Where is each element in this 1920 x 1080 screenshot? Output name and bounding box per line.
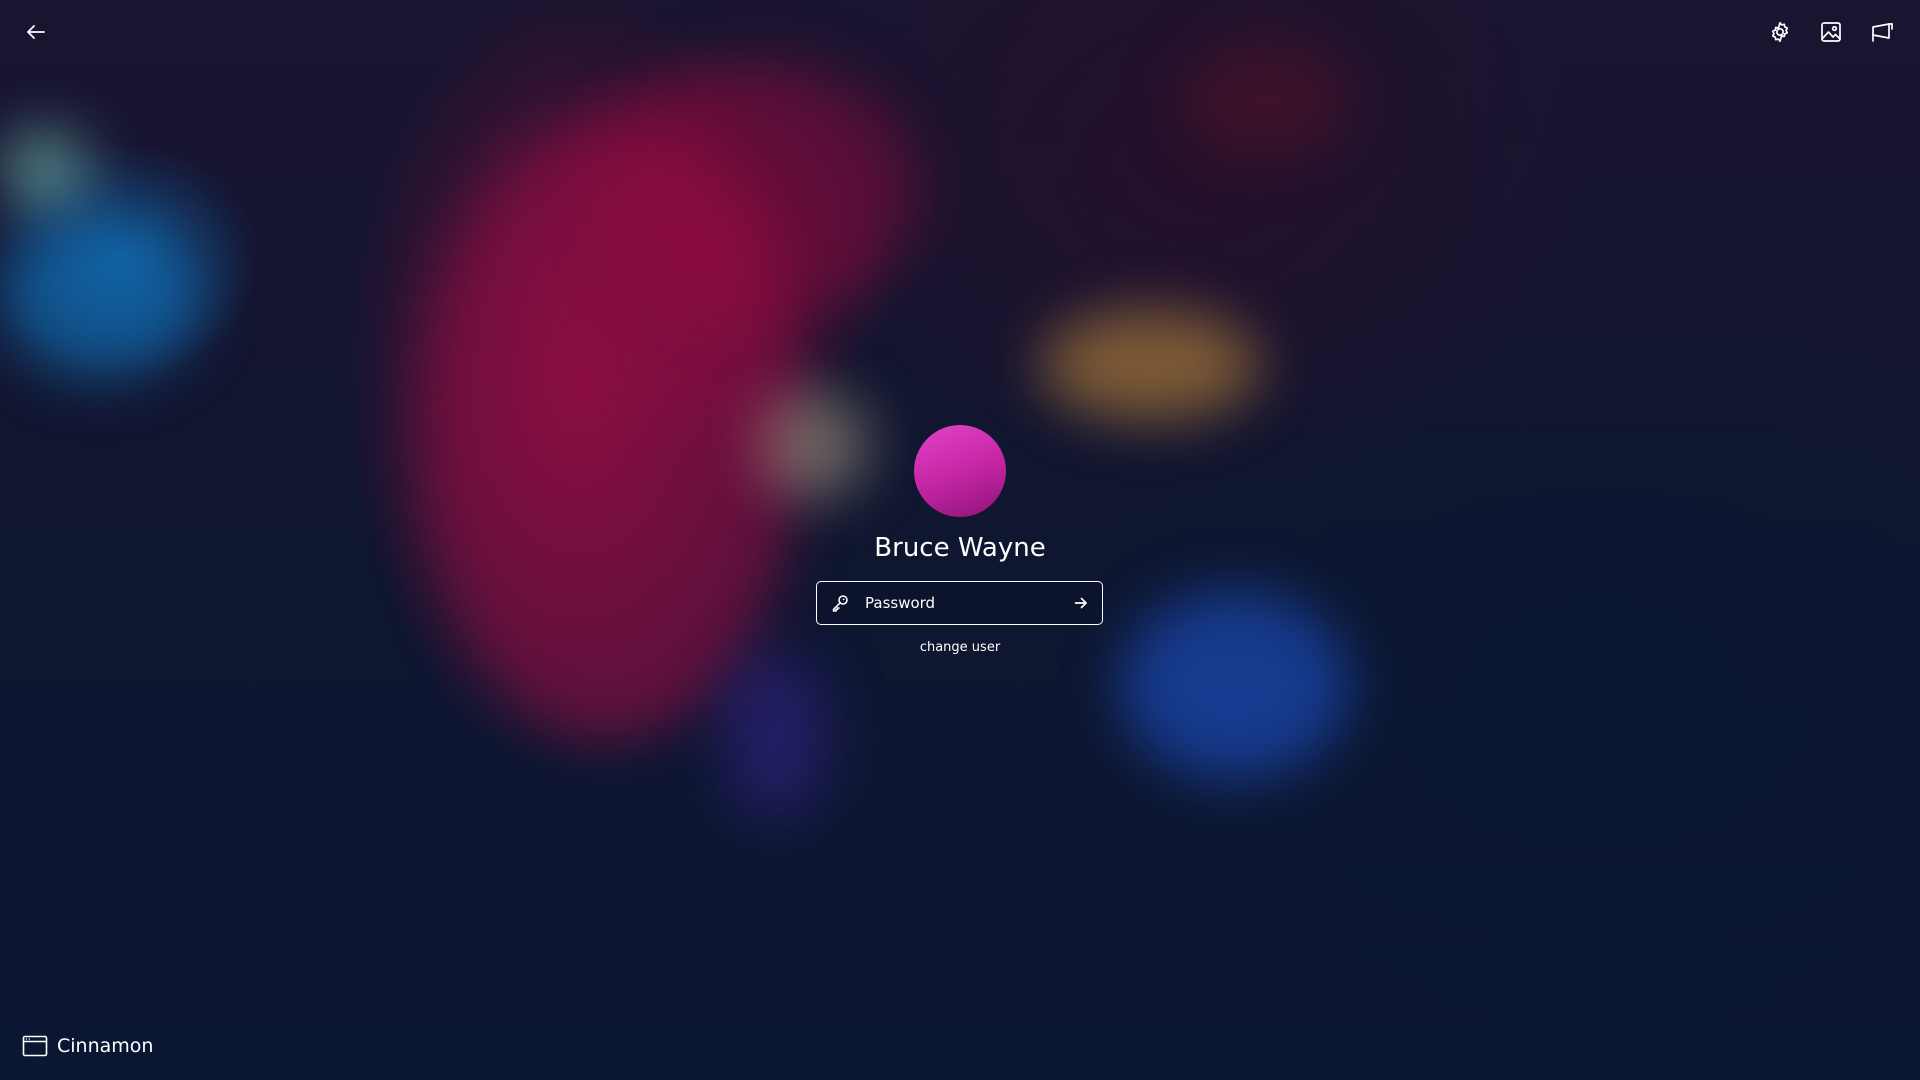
password-input[interactable] xyxy=(865,582,1055,623)
key-icon xyxy=(832,595,848,612)
login-panel: Bruce Wayne change user xyxy=(0,0,1920,1080)
change-user-link[interactable]: change user xyxy=(860,638,1060,658)
arrow-right-icon xyxy=(1074,597,1087,609)
window-icon xyxy=(22,1035,48,1057)
session-label: Cinnamon xyxy=(57,1035,154,1057)
submit-button[interactable] xyxy=(1070,592,1092,614)
login-screen: Bruce Wayne change user Cinnamon xyxy=(0,0,1920,1080)
session-selector[interactable]: Cinnamon xyxy=(22,1031,153,1061)
avatar[interactable] xyxy=(914,425,1006,517)
user-name: Bruce Wayne xyxy=(874,533,1046,563)
password-box xyxy=(816,581,1103,625)
